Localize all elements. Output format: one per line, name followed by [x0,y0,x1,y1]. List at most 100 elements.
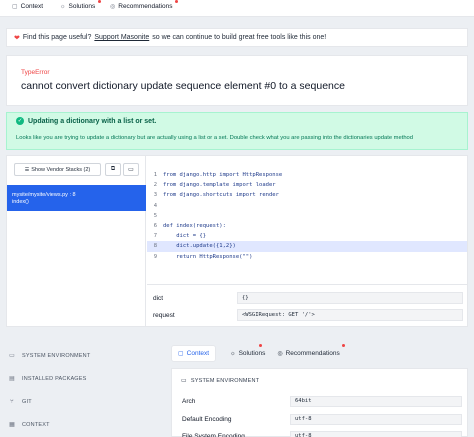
line-number: 7 [153,233,157,240]
line-number: 2 [153,182,157,189]
code-text: from django.shortcuts import render [163,192,279,199]
notification-dot [259,344,262,347]
square-icon: ▢ [12,4,18,10]
solution-title-text: Updating a dictionary with a list or set… [28,117,157,125]
env-key: Default Encoding [182,415,232,423]
check-circle-icon: ◎ [277,351,283,357]
system-environment-panel: ▭ SYSTEM ENVIRONMENT Arch 64bit Default … [171,368,468,437]
tab-context[interactable]: ▢ Context [12,3,43,10]
code-text: from django.template import loader [163,182,276,189]
variable-value: <WSGIRequest: GET '/'> [237,309,463,321]
top-navigation: ▢ Context ☼ Solutions ◎ Recommendations [0,0,474,17]
stack-icon: ☰ [24,166,30,173]
solution-title: ✓ Updating a dictionary with a list or s… [16,117,156,125]
vendor-button-label: Show Vendor Stacks (2) [31,166,91,173]
code-line: 3 from django.shortcuts import render [147,190,467,200]
git-icon: ⑂ [10,398,14,405]
variable-row: request <WSGIRequest: GET '/'> [147,308,467,322]
variable-row: dict {} [147,291,467,305]
line-number: 5 [153,212,157,219]
env-key: File System Encoding [182,432,245,437]
package-icon: ▤ [9,376,15,382]
code-viewer: 1 from django.http import HttpResponse 2 fr… [147,156,467,283]
code-line: 5 [147,211,467,221]
heart-icon: ❤ [14,34,20,42]
notification-dot [98,0,101,3]
tab-label: Context [20,3,44,10]
frame-variables: dict {} request <WSGIRequest: GET '/'> [147,284,467,326]
sidebar-item-label: CONTEXT [22,421,50,428]
code-text: dict.update({1,2}) [163,243,236,250]
line-number: 1 [153,172,157,179]
tab-solutions[interactable]: ☼ Solutions [60,3,95,10]
section-heading-text: SYSTEM ENVIRONMENT [190,377,260,384]
banner-prefix: Find this page useful? [22,34,92,41]
sidebar: ▭ SYSTEM ENVIRONMENT ▤ INSTALLED PACKAGE… [8,344,128,436]
error-type: TypeError [21,69,50,76]
sidebar-item-label: SYSTEM ENVIRONMENT [22,352,91,359]
code-line: 2 from django.template import loader [147,180,467,190]
code-line: 6 def index(request): [147,221,467,231]
collapse-button[interactable]: ▭ [123,163,139,176]
banner-suffix: so we can continue to build great free t… [152,34,327,41]
variable-name: request [153,311,175,319]
tab-label: Recommendations [118,3,173,10]
env-row: File System Encoding utf-8 [182,430,462,437]
show-vendor-stacks-button[interactable]: ☰ Show Vendor Stacks (2) [14,163,101,176]
tab-label: Recommendations [285,350,340,357]
line-number: 4 [153,202,157,209]
line-number: 3 [153,192,157,199]
support-link[interactable]: Support Masonite [94,34,149,41]
check-icon: ✓ [16,117,24,125]
check-circle-icon: ◎ [110,4,116,10]
tab-solutions[interactable]: ☼ Solutions [224,345,271,362]
square-icon: ▢ [178,351,184,357]
copy-button[interactable]: ⧉ [105,163,121,176]
tab-label: Context [186,350,210,357]
stack-frame-selected[interactable]: mysite/mysite/views.py : 8 index() [7,185,146,211]
variable-name: dict [153,294,164,302]
error-panel: TypeError cannot convert dictionary upda… [6,55,468,106]
code-line: 9 return HttpResponse("") [147,252,467,262]
env-row: Arch 64bit [182,395,462,407]
tab-context[interactable]: ▢ Context [171,345,217,362]
sidebar-item-git[interactable]: ⑂ GIT [8,390,128,413]
code-line: 4 [147,201,467,211]
bulb-icon: ☼ [60,3,66,10]
copy-icon: ⧉ [110,166,116,172]
line-number: 8 [153,243,157,250]
code-text: return HttpResponse("") [163,253,253,260]
variable-value: {} [237,292,463,304]
bulb-icon: ☼ [230,350,236,357]
code-line: 7 dict = {} [147,231,467,241]
sidebar-item-context[interactable]: ▦ CONTEXT [8,413,128,436]
monitor-icon: ▭ [181,378,187,384]
sidebar-item-label: INSTALLED PACKAGES [22,375,87,382]
tab-recommendations[interactable]: ◎ Recommendations [110,3,172,10]
collapse-icon: ▭ [128,167,134,173]
tab-label: Solutions [68,3,96,10]
code-line: 8 dict.update({1,2}) [147,241,467,252]
frame-function: index() [12,199,29,205]
sidebar-item-label: GIT [22,398,32,405]
tab-recommendations[interactable]: ◎ Recommendations [271,345,345,362]
sidebar-item-system-environment[interactable]: ▭ SYSTEM ENVIRONMENT [8,344,128,367]
frame-file: mysite/mysite/views.py : 8 [12,192,76,198]
notification-dot [342,344,345,347]
env-value: utf-8 [290,413,462,425]
tab-label: Solutions [238,350,266,357]
stack-trace-panel: ☰ Show Vendor Stacks (2) ⧉ ▭ mysite/mysi… [6,155,468,327]
line-number: 9 [153,253,157,260]
code-text: def index(request): [163,223,226,230]
sidebar-item-installed-packages[interactable]: ▤ INSTALLED PACKAGES [8,367,128,390]
section-heading: ▭ SYSTEM ENVIRONMENT [181,377,260,385]
env-row: Default Encoding utf-8 [182,413,462,425]
env-value: utf-8 [290,430,462,437]
support-banner: ❤ Find this page useful? Support Masonit… [6,28,468,47]
line-number: 6 [153,223,157,230]
code-text: dict = {} [163,233,207,240]
notification-dot [175,0,178,3]
code-text: from django.http import HttpResponse [163,172,283,179]
code-line: 1 from django.http import HttpResponse [147,170,467,180]
layers-icon: ▦ [9,422,15,428]
